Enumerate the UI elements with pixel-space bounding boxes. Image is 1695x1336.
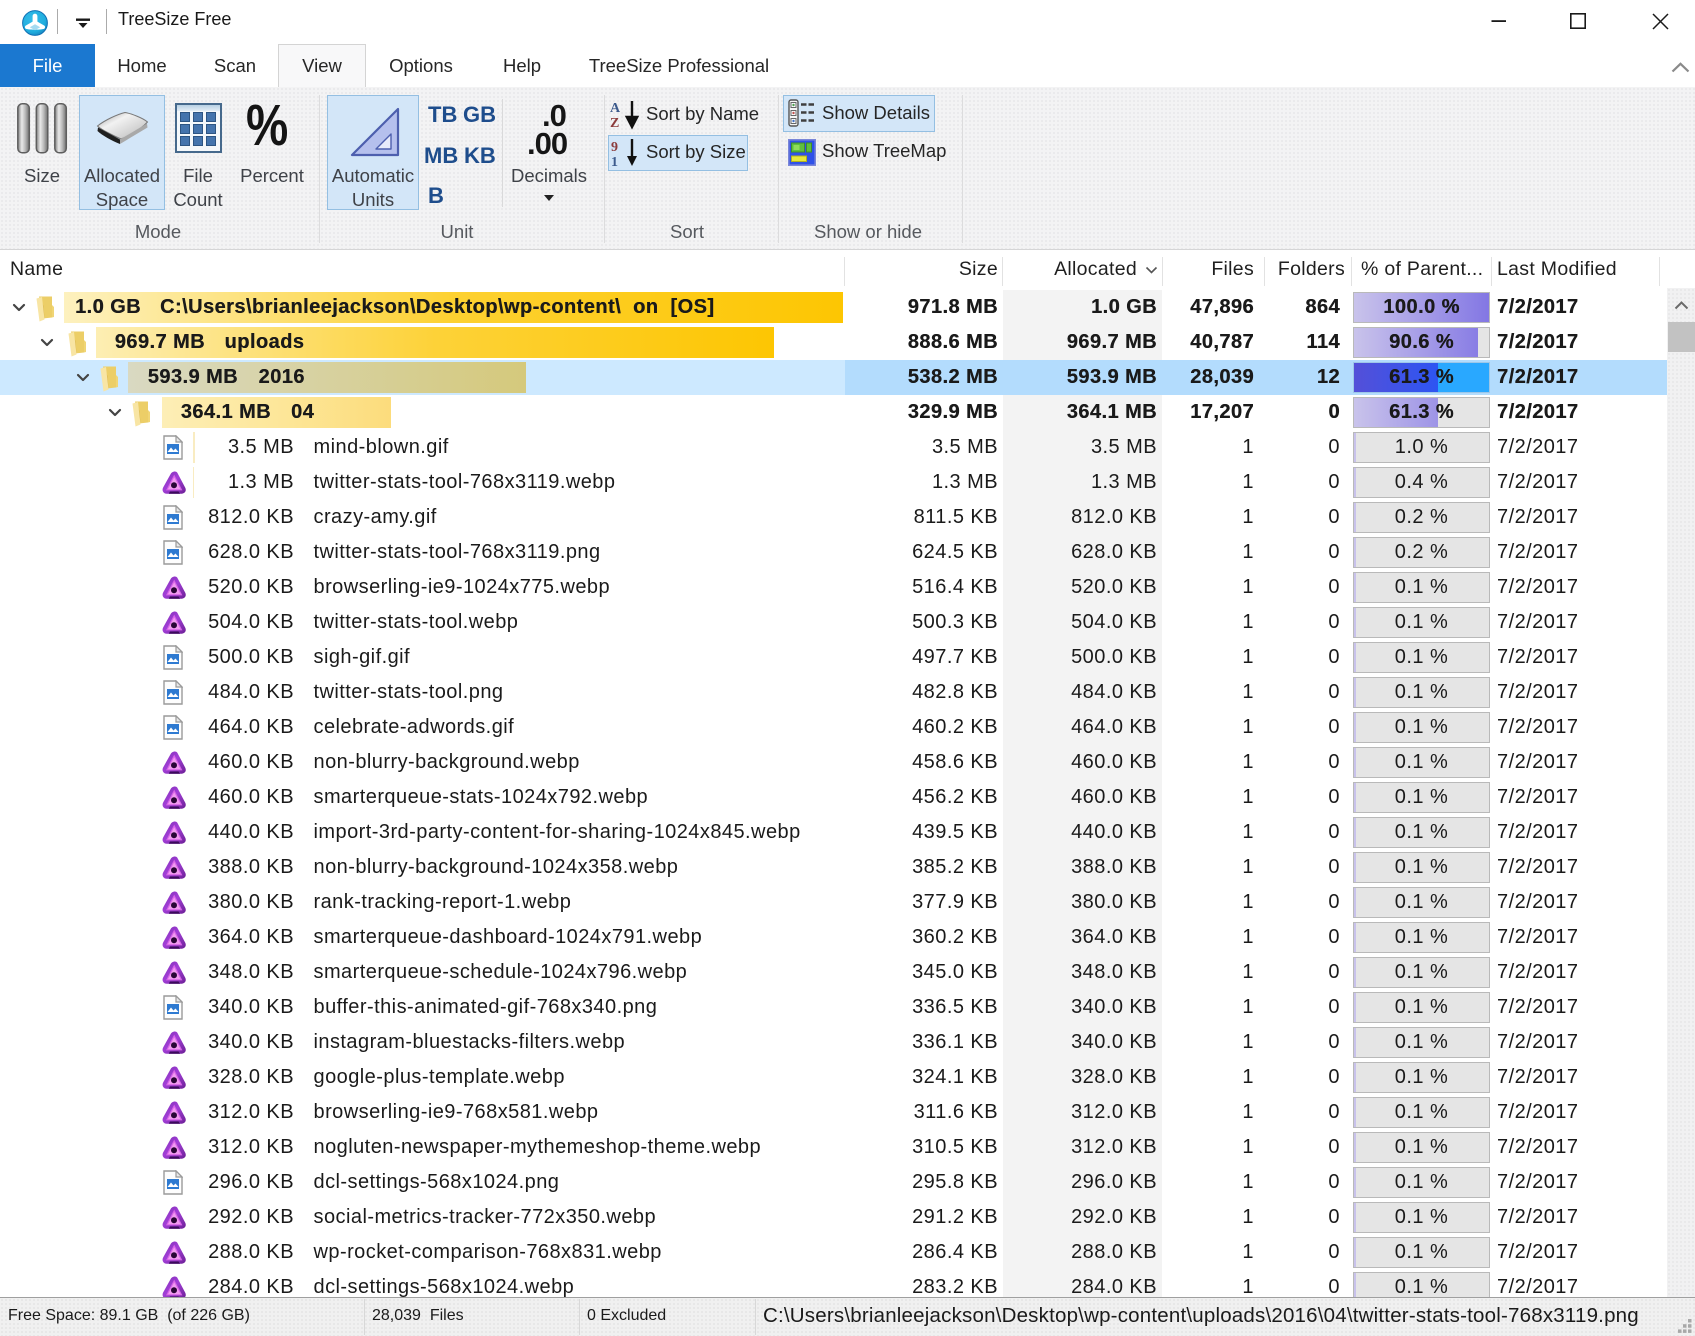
svg-text:Z: Z <box>610 116 619 130</box>
svg-text:1: 1 <box>611 155 618 168</box>
svg-text:A: A <box>610 101 621 116</box>
svg-text:9: 9 <box>611 140 618 155</box>
